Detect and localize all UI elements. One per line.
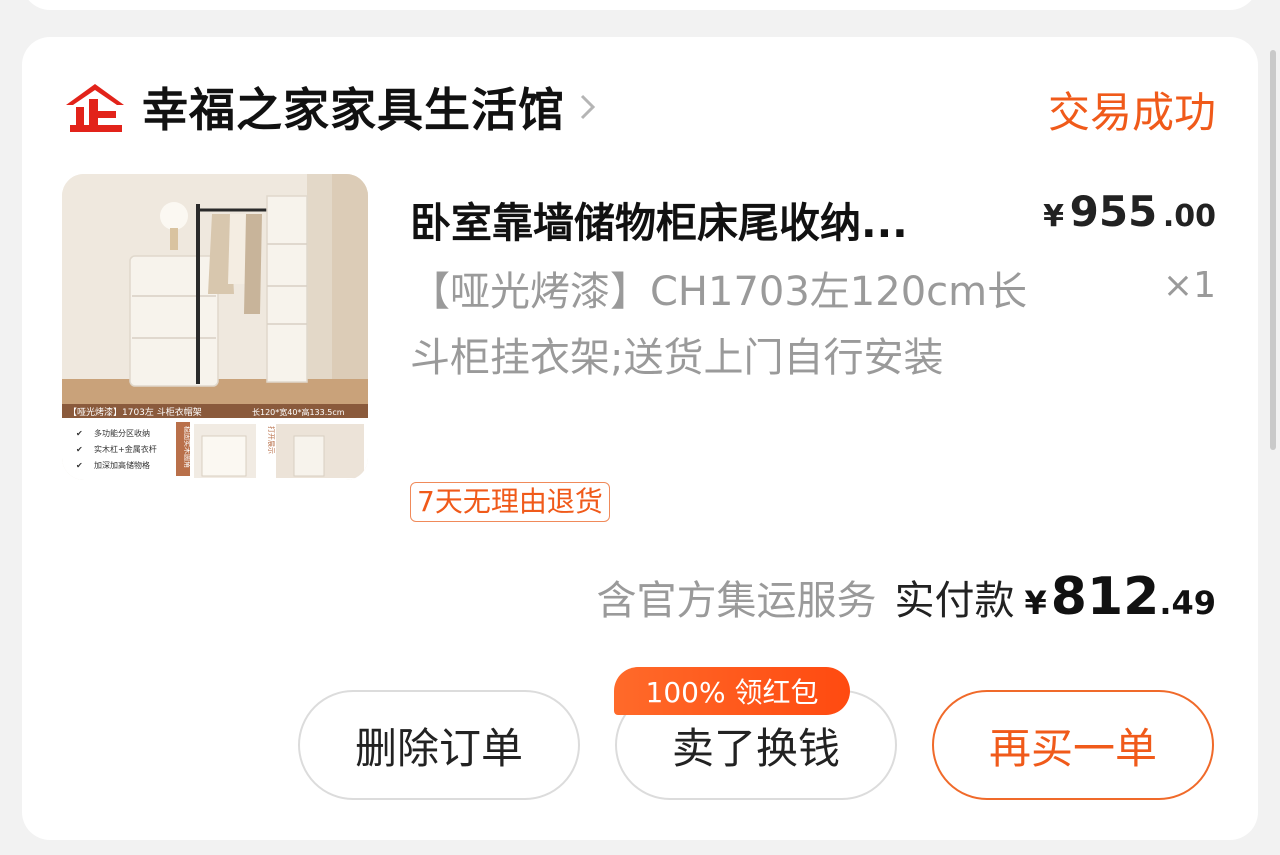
- paid-symbol: ¥: [1024, 584, 1047, 622]
- return-policy-badge: 7天无理由退货: [410, 482, 610, 522]
- product-thumbnail[interactable]: 【哑光烤漆】1703左 斗柜衣帽架 长120*宽40*高133.5cm ✔ 多功…: [62, 174, 368, 480]
- order-card: 幸福之家家具生活馆 交易成功 【哑光烤漆】1703左 斗柜衣帽架 长120*宽4…: [22, 37, 1258, 840]
- buy-again-button[interactable]: 再买一单: [932, 690, 1214, 800]
- service-note: 含官方集运服务: [596, 578, 877, 624]
- unit-price-decimal: .00: [1162, 199, 1216, 234]
- shop-logo-icon: [66, 84, 124, 132]
- unit-price: ¥ 955 .00: [1043, 187, 1216, 236]
- chevron-right-icon[interactable]: [577, 92, 599, 122]
- thumb-feature-1: 多功能分区收纳: [94, 428, 150, 438]
- thumb-feature-2: 实木杠+金属衣杆: [94, 444, 157, 454]
- thumb-feature-check-1: ✔: [76, 429, 83, 438]
- thumb-banner: 【哑光烤漆】1703左 斗柜衣帽架: [68, 406, 202, 418]
- thumb-feature-check-3: ✔: [76, 461, 83, 470]
- previous-card-edge: [22, 0, 1258, 10]
- shop-header[interactable]: 幸福之家家具生活馆: [62, 77, 599, 137]
- payment-summary: 含官方集运服务 实付款 ¥ 812 .49: [597, 567, 1217, 627]
- scrollbar[interactable]: [1270, 50, 1276, 450]
- quantity: ×1: [1162, 265, 1216, 306]
- unit-price-integer: 955: [1069, 187, 1158, 236]
- shop-name[interactable]: 幸福之家家具生活馆: [142, 74, 565, 140]
- thumb-tag-1: 稳固实木圆角: [183, 426, 192, 468]
- thumb-feature-3: 加深加高储物格: [94, 460, 150, 470]
- unit-price-symbol: ¥: [1043, 199, 1065, 234]
- paid-integer: 812: [1050, 567, 1160, 627]
- product-spec: 【哑光烤漆】CH1703左120cm长斗柜挂衣架;送货上门自行安装: [410, 269, 1028, 381]
- product-title[interactable]: 卧室靠墙储物柜床尾收纳...: [410, 189, 1010, 249]
- order-status: 交易成功: [1047, 88, 1216, 137]
- thumb-feature-check-2: ✔: [76, 445, 83, 454]
- paid-decimal: .49: [1159, 584, 1216, 622]
- paid-label: 实付款: [894, 578, 1015, 624]
- delete-order-button[interactable]: 删除订单: [298, 690, 580, 800]
- thumb-tag-2: 打开展示: [267, 426, 276, 454]
- red-packet-promo-badge: 100% 领红包: [614, 667, 850, 715]
- thumb-dims: 长120*宽40*高133.5cm: [252, 407, 345, 417]
